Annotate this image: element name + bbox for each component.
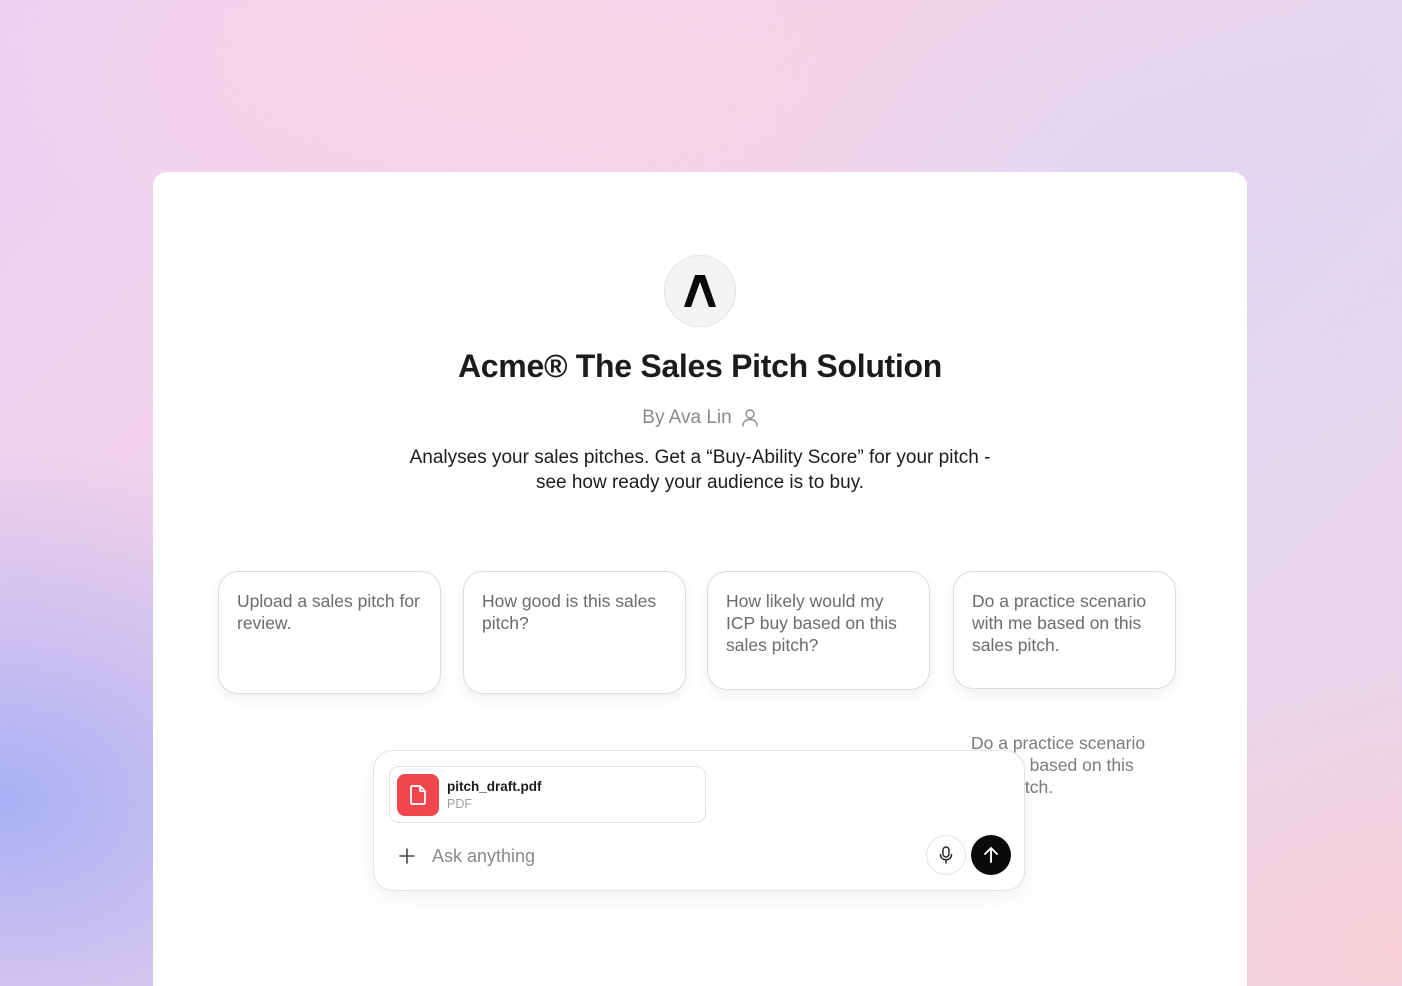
plus-icon [399,848,415,864]
acme-logo [664,255,736,327]
main-card: Acme® The Sales Pitch Solution By Ava Li… [153,172,1247,986]
arrow-up-icon [984,847,998,863]
suggestion-practice-scenario[interactable]: Do a practice scenario with me based on … [953,571,1176,689]
description-line-1: Analyses your sales pitches. Get a “Buy-… [409,447,991,468]
chat-composer: pitch_draft.pdf PDF [373,750,1025,891]
add-button[interactable] [396,845,418,867]
description: Analyses your sales pitches. Get a “Buy-… [390,445,1010,495]
suggestion-icp-likelihood[interactable]: How likely would my ICP buy based on thi… [707,571,930,690]
suggestion-upload-pitch[interactable]: Upload a sales pitch for review. [218,571,441,694]
suggestion-label: Do a practice scenario with me based on … [972,591,1147,655]
suggestion-how-good[interactable]: How good is this sales pitch? [463,571,686,694]
ask-input[interactable] [432,841,902,871]
file-icon [397,773,439,816]
acme-logo-icon [684,275,716,307]
attachment-chip[interactable]: pitch_draft.pdf PDF [389,766,706,823]
attachment-type: PDF [447,796,472,811]
microphone-button[interactable] [926,835,966,875]
author-line: By Ava Lin [153,407,1247,429]
page-title: Acme® The Sales Pitch Solution [457,348,943,384]
suggestion-label: Upload a sales pitch for review. [237,591,420,633]
send-button[interactable] [971,835,1011,875]
suggestion-label: How likely would my ICP buy based on thi… [726,591,897,655]
user-icon [742,409,758,427]
microphone-icon [939,846,953,864]
author-name: By Ava Lin [642,407,732,428]
attachment-name: pitch_draft.pdf [447,778,542,794]
description-line-2: see how ready your audience is to buy. [535,472,865,493]
suggestion-label: How good is this sales pitch? [482,591,657,633]
attachment-info: pitch_draft.pdf PDF [447,779,542,811]
